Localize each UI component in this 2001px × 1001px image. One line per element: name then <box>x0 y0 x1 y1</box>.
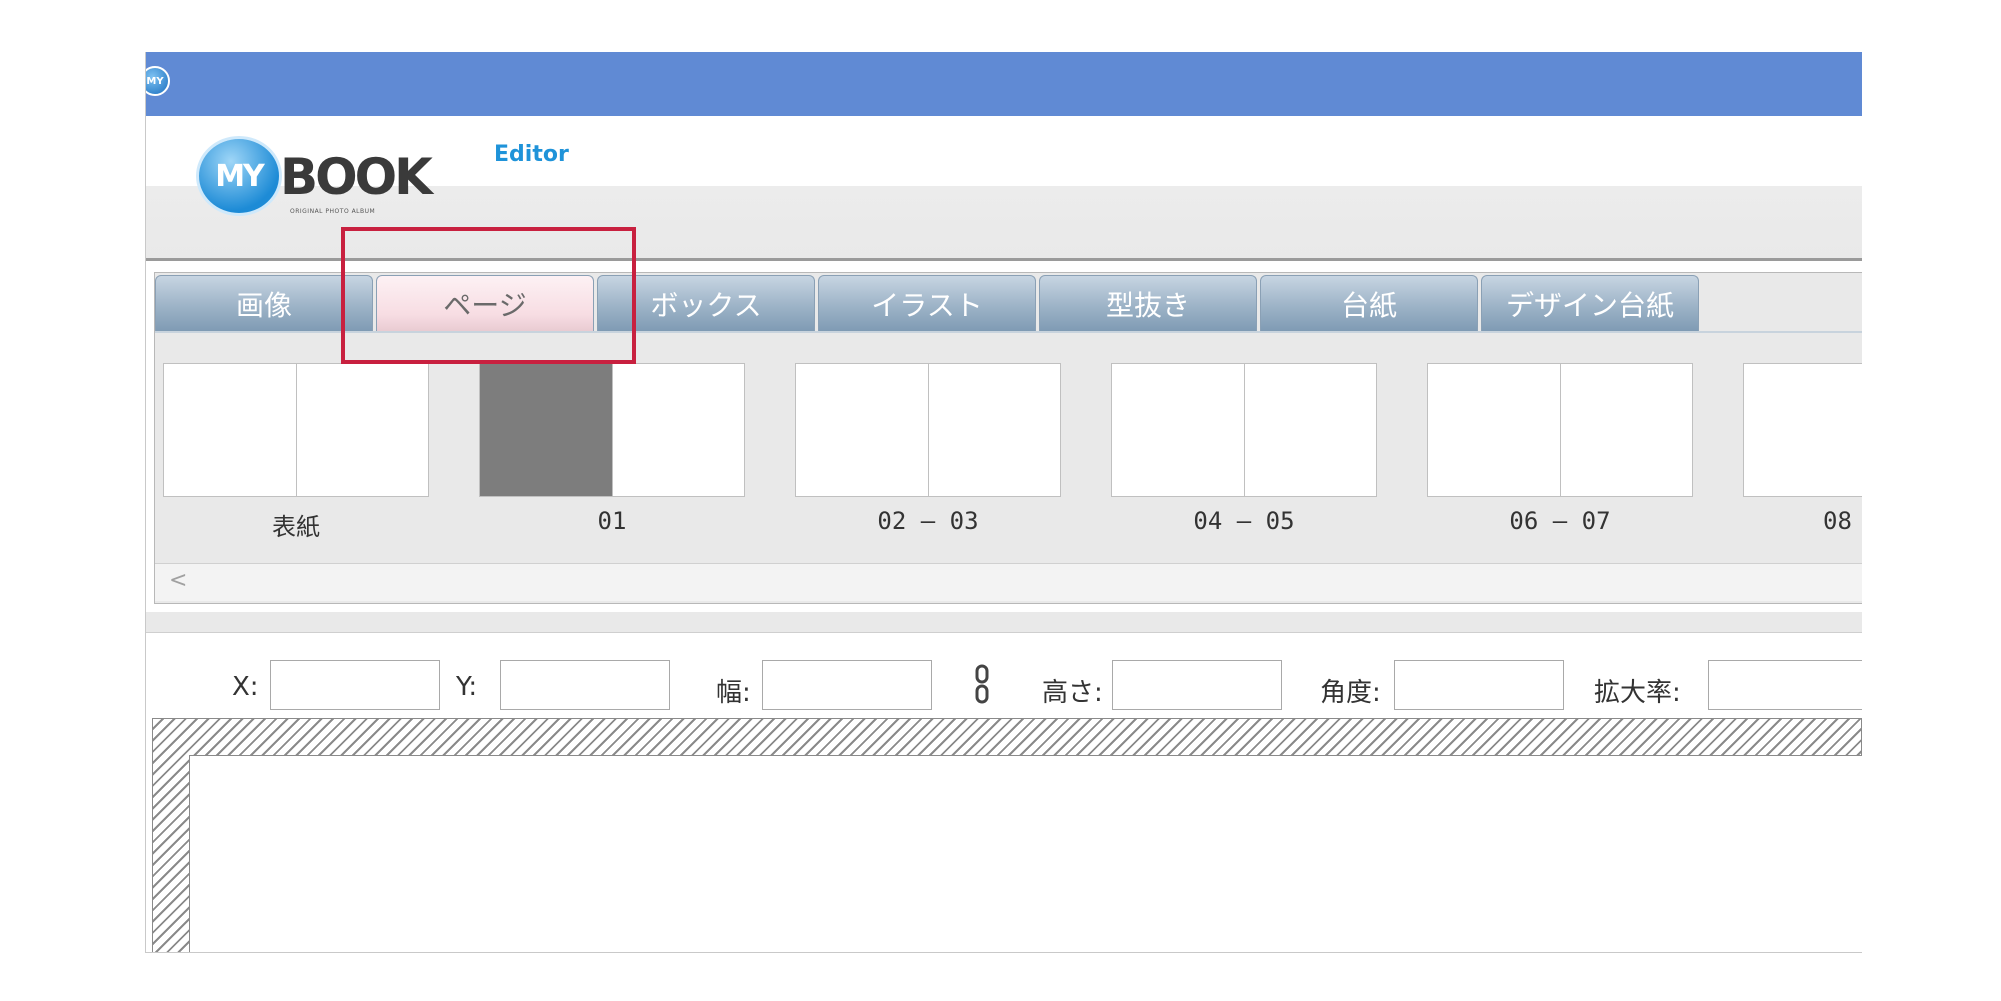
property-bar: X: Y: 幅: 高さ: 角度: 拡大率: <box>146 646 1862 722</box>
page-spread-02-03[interactable] <box>795 363 1061 497</box>
page-label: 08 <box>1823 507 1852 535</box>
height-label: 高さ: <box>1042 678 1103 708</box>
page-thumbnail-selected <box>480 364 612 496</box>
height-input[interactable] <box>1112 660 1282 710</box>
scroll-left-arrow-icon[interactable]: < <box>169 568 187 593</box>
page-thumbnail <box>1428 364 1560 496</box>
page-thumbnail <box>164 364 296 496</box>
logo-my-badge: MY <box>196 136 282 216</box>
scale-label: 拡大率: <box>1594 678 1681 708</box>
angle-input[interactable] <box>1394 660 1564 710</box>
page-label: 06 – 07 <box>1509 507 1611 535</box>
logo-book-text: BOOK <box>280 148 433 206</box>
scale-input[interactable] <box>1708 660 1862 710</box>
chain-link-icon[interactable] <box>974 664 990 704</box>
tab-box[interactable]: ボックス <box>597 275 815 331</box>
page-thumbnail <box>1112 364 1244 496</box>
page-spread-04-05[interactable] <box>1111 363 1377 497</box>
app-window: MY MY BOOK Editor ORIGINAL PHOTO ALBUM 画… <box>145 52 1862 953</box>
width-input[interactable] <box>762 660 932 710</box>
page-thumbnail-strip: 表紙 01 02 – 03 04 – 05 06 – 07 08 <box>163 363 1862 541</box>
page-label: 01 <box>597 507 627 535</box>
page-spread-01[interactable] <box>479 363 745 497</box>
tab-cutout[interactable]: 型抜き <box>1039 275 1257 331</box>
page-thumbnail <box>611 364 744 496</box>
page-label: 表紙 <box>272 513 320 541</box>
tab-bar: 画像 ページ ボックス イラスト 型抜き 台紙 デザイン台紙 <box>155 275 1702 331</box>
x-input[interactable] <box>270 660 440 710</box>
tab-image[interactable]: 画像 <box>155 275 373 331</box>
page-spread-06-07[interactable] <box>1427 363 1693 497</box>
tab-strip-line <box>155 331 1862 333</box>
page-spread-cover[interactable] <box>163 363 429 497</box>
logo-band: MY BOOK Editor ORIGINAL PHOTO ALBUM <box>146 116 1862 261</box>
mybook-editor-logo: MY BOOK Editor ORIGINAL PHOTO ALBUM <box>196 136 569 236</box>
logo-subtitle: ORIGINAL PHOTO ALBUM <box>290 208 376 215</box>
page-thumbnail <box>1744 364 1862 496</box>
tab-design-mount[interactable]: デザイン台紙 <box>1481 275 1699 331</box>
tab-panel: 画像 ページ ボックス イラスト 型抜き 台紙 デザイン台紙 表紙 01 02 … <box>154 272 1862 604</box>
y-input[interactable] <box>500 660 670 710</box>
page-spread-08[interactable] <box>1743 363 1862 497</box>
page-label: 04 – 05 <box>1193 507 1295 535</box>
app-logo-icon[interactable]: MY <box>146 66 170 96</box>
editing-canvas[interactable] <box>152 718 1862 952</box>
page-thumbnail <box>1243 364 1376 496</box>
page-thumbnail <box>796 364 928 496</box>
title-bar: MY <box>146 52 1862 116</box>
width-label: 幅: <box>716 678 751 708</box>
page-canvas[interactable] <box>189 755 1862 952</box>
page-thumbnail <box>295 364 428 496</box>
tab-illust[interactable]: イラスト <box>818 275 1036 331</box>
page-label: 02 – 03 <box>877 507 979 535</box>
x-label: X: <box>232 672 259 702</box>
angle-label: 角度: <box>1320 678 1381 708</box>
logo-editor-text: Editor <box>494 142 569 167</box>
divider-band <box>146 612 1862 633</box>
page-thumbnail <box>927 364 1060 496</box>
horizontal-scrollbar[interactable]: < <box>155 563 1862 601</box>
y-label: Y: <box>456 672 478 702</box>
page-thumbnail <box>1559 364 1692 496</box>
tab-page[interactable]: ページ <box>376 275 594 331</box>
tab-mount[interactable]: 台紙 <box>1260 275 1478 331</box>
